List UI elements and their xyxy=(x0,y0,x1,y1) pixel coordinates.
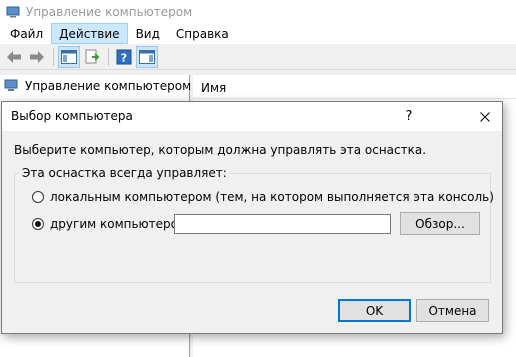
toolbar-separator xyxy=(53,47,54,66)
menu-bar: Файл Действие Вид Справка xyxy=(0,23,516,44)
dialog-title: Выбор компьютера xyxy=(11,109,133,123)
help-icon: ? xyxy=(116,49,132,64)
show-hide-tree-button[interactable] xyxy=(58,45,80,68)
help-button[interactable]: ? xyxy=(113,46,135,68)
menu-action[interactable]: Действие xyxy=(51,23,128,44)
column-header-name[interactable]: Имя xyxy=(193,75,516,99)
local-computer-label: локальным компьютером (тем, на котором в… xyxy=(50,190,494,204)
show-action-pane-button[interactable] xyxy=(136,45,158,68)
managed-computer-group: Эта оснастка всегда управляет: локальным… xyxy=(14,166,494,283)
select-computer-dialog: Выбор компьютера ? Выберите компьютер, к… xyxy=(1,101,503,334)
other-computer-option[interactable]: другим компьютером: xyxy=(32,217,191,231)
forward-arrow-icon xyxy=(30,50,44,63)
svg-text:?: ? xyxy=(121,51,127,64)
window-titlebar: Управление компьютером xyxy=(0,0,516,23)
dialog-prompt: Выберите компьютер, которым должна управ… xyxy=(14,143,427,157)
cancel-button[interactable]: Отмена xyxy=(416,299,489,322)
show-hide-tree-icon xyxy=(61,49,77,64)
dialog-titlebar: Выбор компьютера ? xyxy=(2,102,502,131)
dialog-help-button[interactable]: ? xyxy=(395,102,423,131)
toolbar-separator xyxy=(108,47,109,66)
export-list-button[interactable] xyxy=(81,46,103,68)
menu-view[interactable]: Вид xyxy=(128,23,168,44)
local-computer-radio[interactable] xyxy=(32,191,44,203)
window-title: Управление компьютером xyxy=(26,4,193,19)
computer-name-input[interactable] xyxy=(174,214,391,234)
other-computer-label: другим компьютером: xyxy=(50,217,192,231)
close-icon xyxy=(480,111,490,122)
dialog-close-button[interactable] xyxy=(468,102,502,131)
tree-root-label: Управление компьютером (л xyxy=(25,79,208,93)
menu-help[interactable]: Справка xyxy=(168,23,237,44)
ok-button[interactable]: OK xyxy=(338,299,411,322)
local-computer-option[interactable]: локальным компьютером (тем, на котором в… xyxy=(32,190,494,204)
browse-button[interactable]: Обзор... xyxy=(400,212,480,235)
computer-management-icon xyxy=(4,79,18,91)
other-computer-radio[interactable] xyxy=(32,218,44,230)
group-label: Эта оснастка всегда управляет: xyxy=(19,166,230,180)
export-list-icon xyxy=(85,49,100,63)
toolbar: ? xyxy=(0,44,516,70)
show-action-pane-icon xyxy=(139,49,155,64)
computer-management-icon xyxy=(6,6,20,17)
back-arrow-icon xyxy=(7,50,21,63)
tree-root-item[interactable]: Управление компьютером (л xyxy=(4,79,207,93)
back-button[interactable] xyxy=(3,46,25,68)
forward-button[interactable] xyxy=(26,46,48,68)
menu-file[interactable]: Файл xyxy=(2,23,51,44)
radio-selected-dot xyxy=(35,221,41,227)
